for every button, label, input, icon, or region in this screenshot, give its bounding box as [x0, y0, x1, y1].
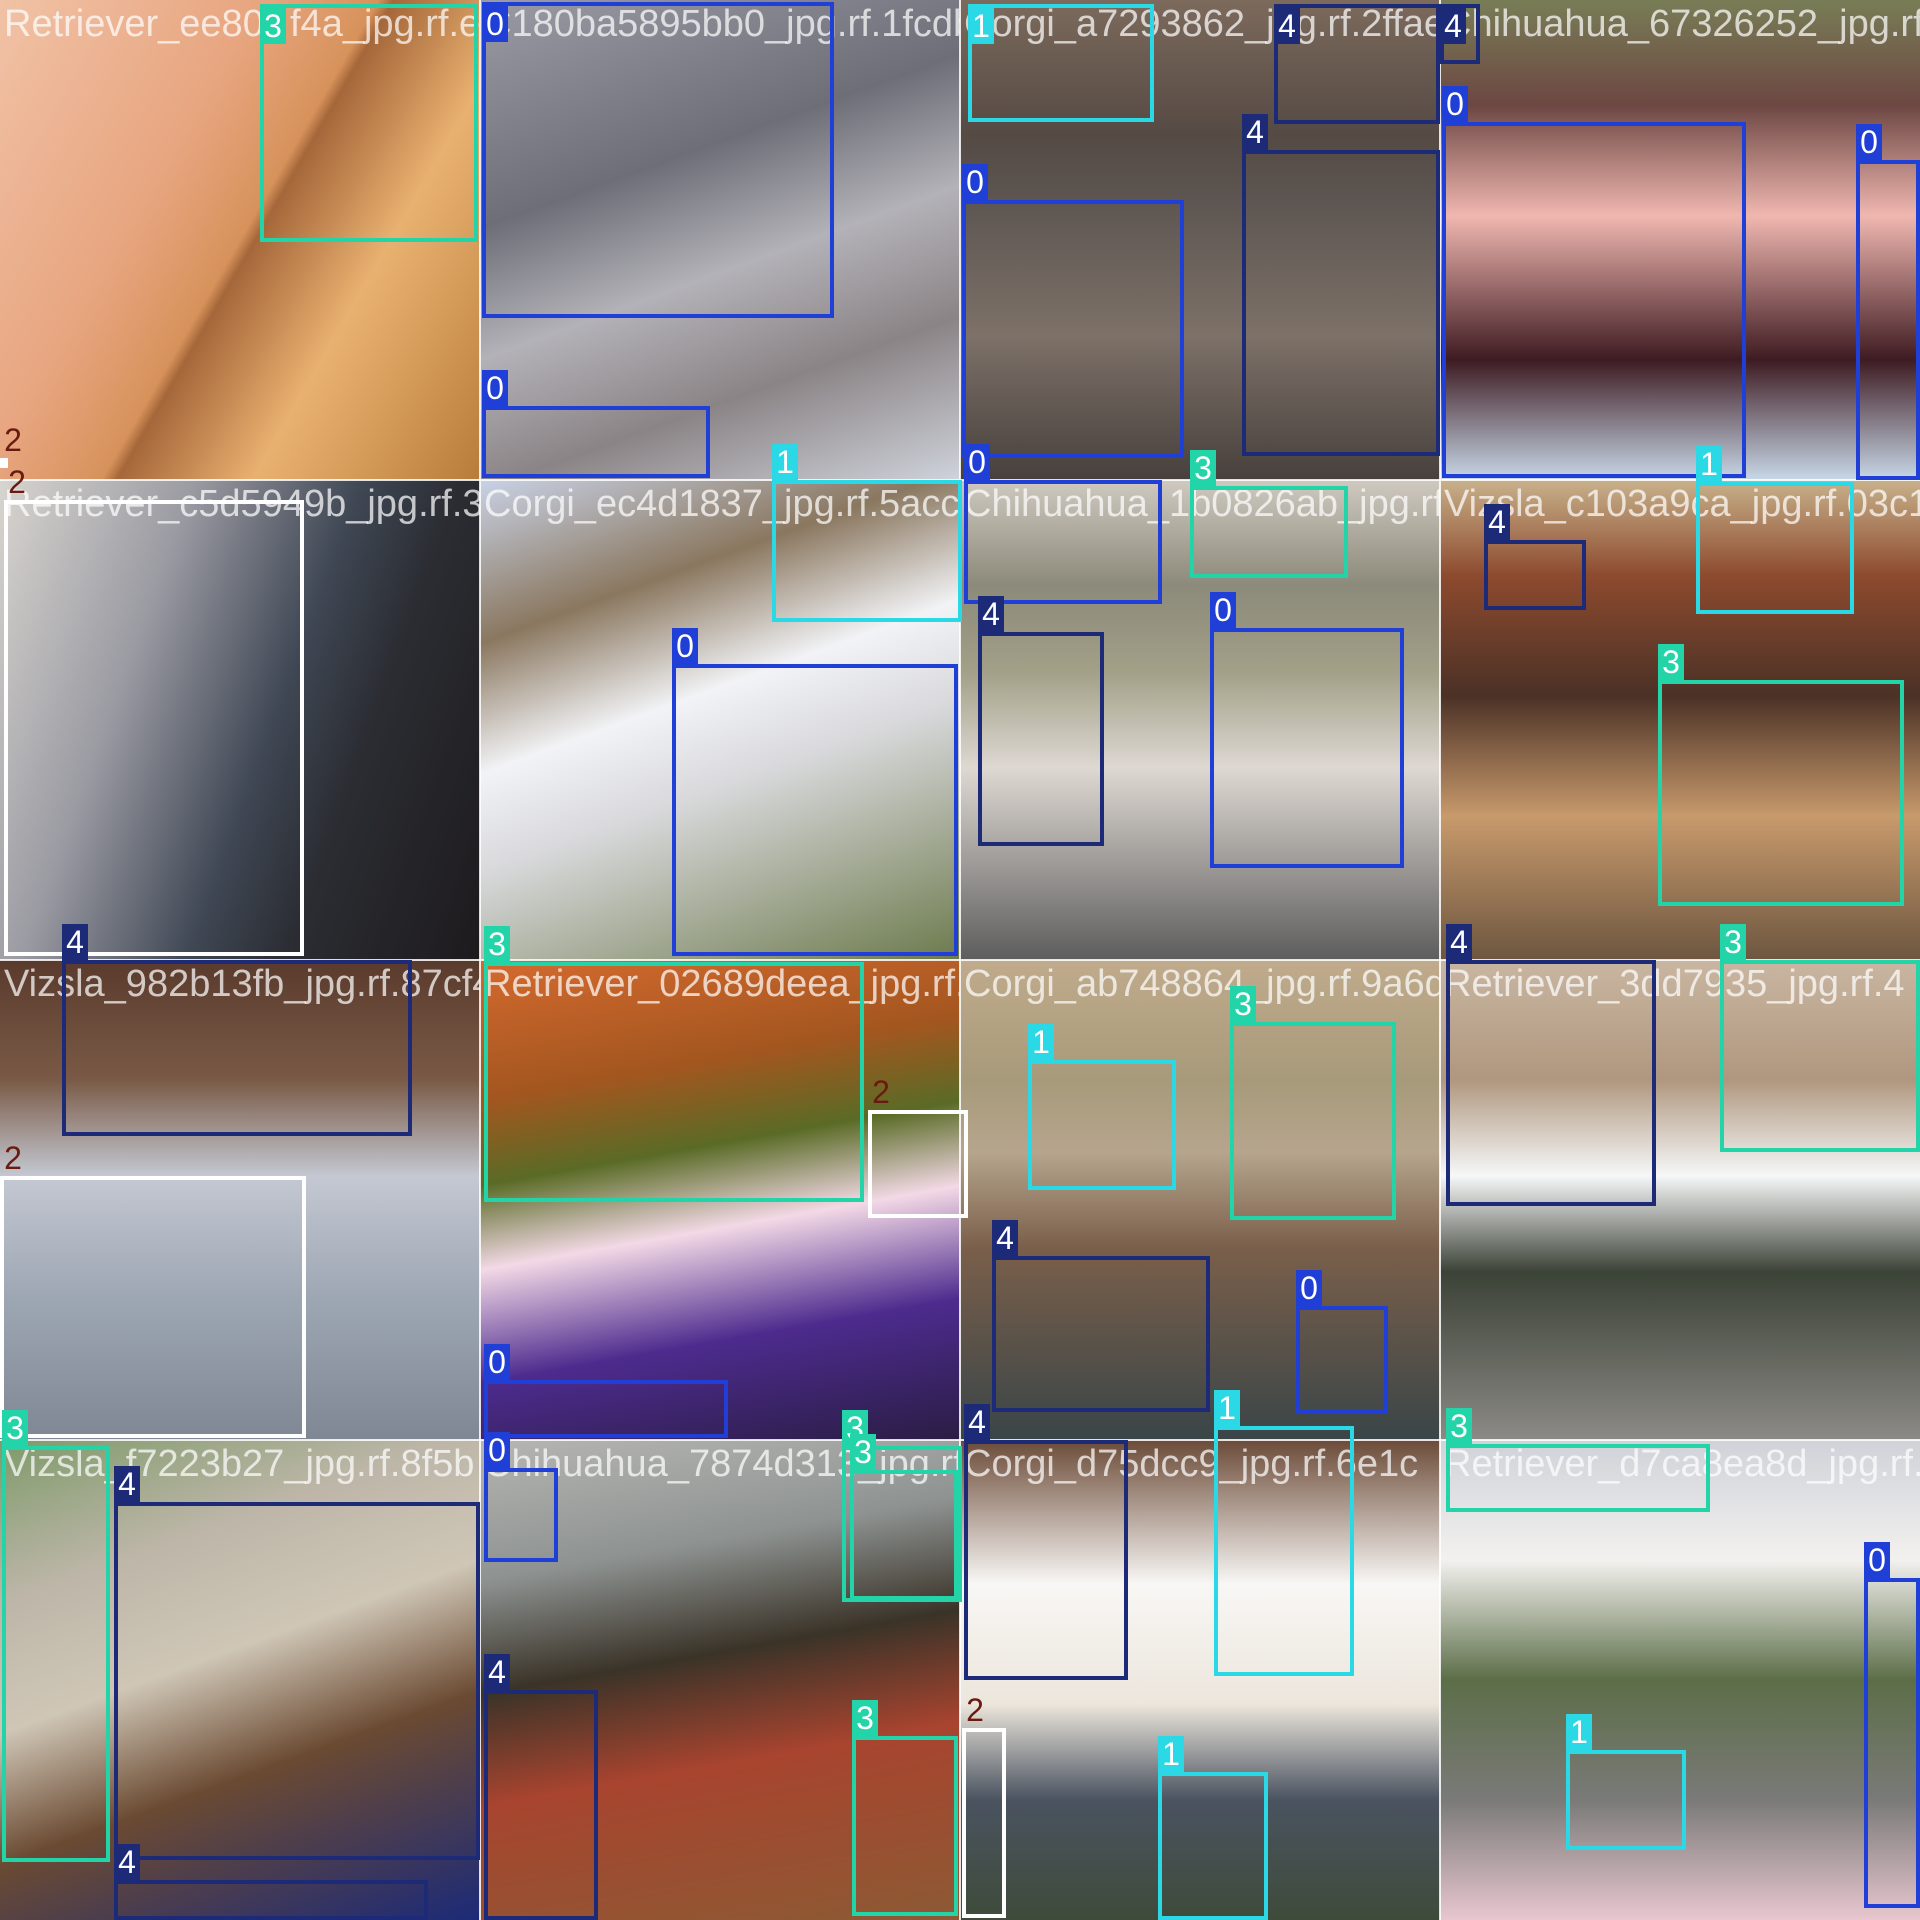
detection-class-tag: 3	[260, 8, 286, 44]
detection-box: 0	[1442, 86, 1746, 478]
detection-box: 0	[484, 1344, 728, 1438]
detection-class-tag: 4	[1274, 8, 1300, 44]
detection-class-tag: 4	[114, 1466, 140, 1502]
detection-class-tag: 0	[484, 1344, 510, 1380]
detection-box: 0	[962, 164, 1184, 458]
detection-box: 4	[114, 1466, 480, 1860]
detection-box: 3	[484, 926, 864, 1202]
detection-class-tag: 4	[1484, 504, 1510, 540]
detection-box: 2	[0, 1140, 306, 1438]
detection-class-tag: 1	[772, 444, 798, 480]
detection-box: 1	[968, 4, 1154, 122]
detection-box: 3	[1720, 924, 1920, 1152]
detection-box: 0	[1856, 124, 1920, 480]
detection-class-tag: 3	[484, 926, 510, 962]
detection-box: 4	[1484, 504, 1586, 610]
detection-box: 1	[1566, 1714, 1686, 1850]
detection-class-tag: 3	[1230, 986, 1256, 1022]
detection-box: 4	[1274, 4, 1440, 124]
detection-box: 3	[852, 1700, 958, 1916]
detection-class-tag: 3	[850, 1434, 876, 1470]
detection-class-tag: 4	[114, 1844, 140, 1880]
detection-class-tag: 1	[1214, 1390, 1240, 1426]
detection-class-tag: 4	[1440, 8, 1466, 44]
detection-box: 0	[484, 1432, 558, 1562]
detection-class-tag: 4	[1446, 924, 1472, 960]
detection-class-tag: 1	[968, 8, 994, 44]
detection-box: 1	[1214, 1390, 1354, 1676]
detection-box: 3	[1230, 986, 1396, 1220]
detection-box: 4	[1242, 114, 1440, 456]
detection-class-tag: 1	[1028, 1024, 1054, 1060]
detection-class-tag: 0	[672, 628, 698, 664]
detection-class-tag: 2	[4, 422, 22, 458]
detection-class-tag: 0	[1210, 592, 1236, 628]
detection-class-tag: 1	[1158, 1736, 1184, 1772]
detection-class-tag: 2	[966, 1692, 984, 1728]
detection-class-tag: 1	[1566, 1714, 1592, 1750]
detection-class-tag: 3	[1658, 644, 1684, 680]
detection-class-tag: 2	[4, 1140, 22, 1176]
mosaic-canvas: Retriever_ee80 f4a_jpg.rf.e C180ba5895bb0_…	[0, 0, 1920, 1920]
detection-class-tag: 4	[484, 1654, 510, 1690]
detection-class-tag: 0	[482, 370, 508, 406]
detection-class-tag: 1	[1696, 446, 1722, 482]
detection-box: 4	[1446, 924, 1656, 1206]
tile-separator	[0, 1439, 1920, 1441]
detection-box: 4	[992, 1220, 1210, 1412]
detection-class-tag: 3	[852, 1700, 878, 1736]
detection-class-tag: 0	[482, 6, 508, 42]
detection-class-tag: 3	[1446, 1408, 1472, 1444]
detection-class-tag: 0	[1856, 124, 1882, 160]
detection-box: 2	[868, 1074, 968, 1218]
detection-box: 4	[1440, 4, 1480, 64]
detection-class-tag: 3	[2, 1410, 28, 1446]
detection-box: 0	[1296, 1270, 1388, 1414]
detection-box: 4	[114, 1844, 428, 1920]
detection-box: 0	[672, 628, 958, 956]
detection-class-tag: 3	[1720, 924, 1746, 960]
detection-box: 4	[484, 1654, 598, 1920]
detection-box: 3	[260, 4, 478, 242]
detection-box: 3	[2, 1410, 110, 1862]
detection-class-tag: 2	[872, 1074, 890, 1110]
detection-box: 1	[1028, 1024, 1176, 1190]
detection-box: 3	[1658, 644, 1904, 906]
detection-box: 1	[1158, 1736, 1268, 1920]
detection-class-tag: 0	[964, 444, 990, 480]
detection-class-tag: 0	[484, 1432, 510, 1468]
detection-box: 0	[1210, 592, 1404, 868]
detection-box: 1	[1696, 446, 1854, 614]
detection-class-tag: 0	[962, 164, 988, 200]
detection-box: 2	[962, 1692, 1006, 1918]
detection-class-tag: 4	[992, 1220, 1018, 1256]
detection-class-tag: 4	[978, 596, 1004, 632]
detection-class-tag: 2	[8, 464, 26, 500]
detection-class-tag: 0	[1296, 1270, 1322, 1306]
detection-box: 0	[1864, 1542, 1920, 1908]
detection-class-tag: 4	[1242, 114, 1268, 150]
detection-box: 0	[964, 444, 1162, 604]
detection-box: 3	[850, 1434, 958, 1600]
detection-class-tag: 0	[1864, 1542, 1890, 1578]
detection-box: 0	[482, 370, 710, 478]
detection-class-tag: 4	[62, 924, 88, 960]
detection-class-tag: 4	[964, 1404, 990, 1440]
detection-box: 3	[1190, 450, 1348, 578]
detection-box: 4	[964, 1404, 1128, 1680]
detection-box: 0	[482, 2, 834, 318]
detection-box: 4	[978, 596, 1104, 846]
detection-class-tag: 3	[1190, 450, 1216, 486]
detection-box: 1	[772, 444, 962, 622]
detection-box: 3	[1446, 1408, 1710, 1512]
detection-box: 2	[4, 464, 304, 956]
detection-class-tag: 0	[1442, 86, 1468, 122]
detection-box: 4	[62, 924, 412, 1136]
